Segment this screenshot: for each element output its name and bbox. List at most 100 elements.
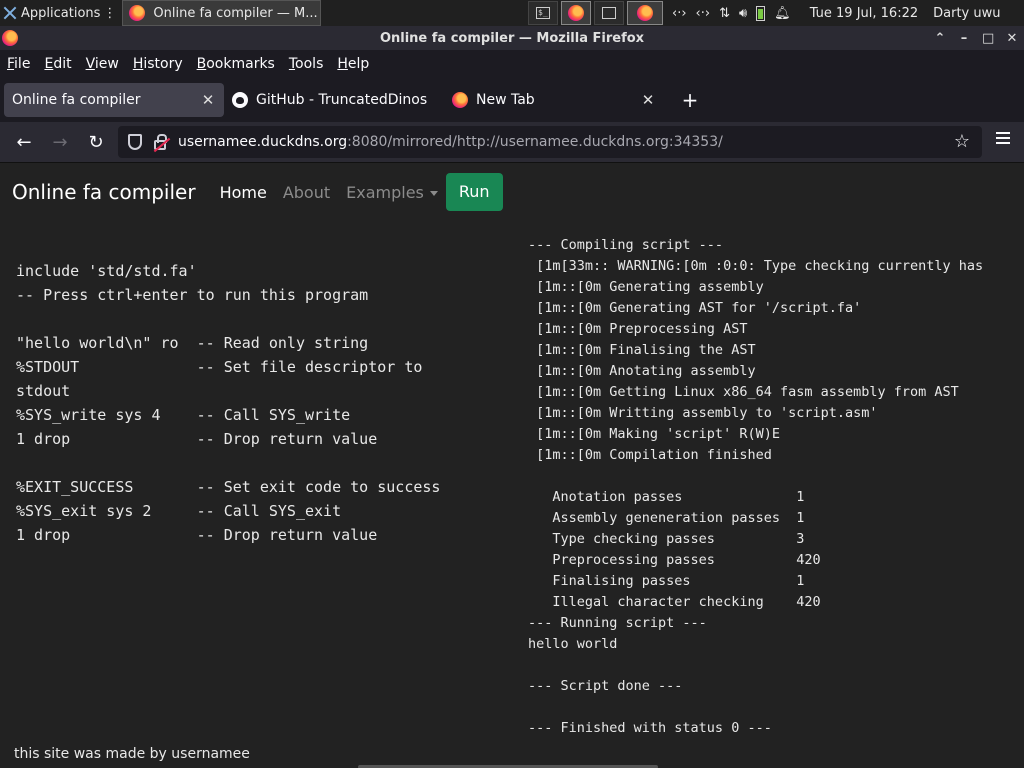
output-line: Type checking passes 3 xyxy=(528,531,805,547)
output-line: Anotation passes 1 xyxy=(528,489,805,505)
window-controls: ⌃ – □ ✕ xyxy=(934,26,1018,50)
tab-new-tab[interactable]: New Tab ✕ xyxy=(444,83,664,117)
app-menu-icon[interactable] xyxy=(996,132,1010,144)
code-line[interactable] xyxy=(16,307,506,331)
taskbar-firefox-window[interactable]: Online fa compiler — M... xyxy=(122,0,322,26)
window-title: Online fa compiler — Mozilla Firefox xyxy=(379,30,645,46)
tab-label: GitHub - TruncatedDinos xyxy=(256,92,428,108)
site-brand[interactable]: Online fa compiler xyxy=(12,180,196,204)
code-line[interactable]: %EXIT_SUCCESS -- Set exit code to succes… xyxy=(16,475,506,499)
output-line: --- Finished with status 0 --- xyxy=(528,720,772,736)
firefox-icon xyxy=(452,92,468,108)
close-tab-icon[interactable]: ✕ xyxy=(200,91,216,109)
insecure-lock-icon[interactable] xyxy=(154,133,167,150)
web-page: Online fa compiler Home About Examples R… xyxy=(0,162,1024,768)
url-bar[interactable]: usernamee.duckdns.org:8080/mirrored/http… xyxy=(118,126,982,158)
notifications-icon[interactable]: 🔔︎ xyxy=(774,6,791,21)
shade-button[interactable]: ⌃ xyxy=(934,31,946,46)
output-line: [1m::[0m Anotating assembly xyxy=(528,363,756,379)
minimize-button[interactable]: – xyxy=(958,31,970,46)
menu-view[interactable]: View xyxy=(86,56,119,72)
code-line[interactable] xyxy=(16,451,506,475)
terminal-icon: $_ xyxy=(536,7,550,19)
menu-history[interactable]: History xyxy=(133,56,183,72)
run-button[interactable]: Run xyxy=(445,173,503,211)
battery-icon[interactable] xyxy=(756,5,766,21)
window-icon xyxy=(602,7,616,19)
output-line: Assembly geneneration passes 1 xyxy=(528,510,805,526)
network-icon[interactable]: ‹·› xyxy=(696,6,711,21)
xfce-logo-icon xyxy=(2,5,18,21)
close-tab-icon[interactable]: ✕ xyxy=(640,91,656,109)
back-button[interactable]: ← xyxy=(6,132,42,153)
tab-label: Online fa compiler xyxy=(12,92,141,108)
menu-tools[interactable]: Tools xyxy=(289,56,324,72)
workspace-firefox[interactable] xyxy=(561,1,591,25)
caret-down-icon xyxy=(429,190,438,196)
output-line: [1m::[0m Generating assembly xyxy=(528,279,764,295)
output-line: --- Running script --- xyxy=(528,615,707,631)
workspace-switcher: $_ xyxy=(528,0,663,26)
nav-examples-dropdown[interactable]: Examples xyxy=(346,183,438,202)
menu-bookmarks[interactable]: Bookmarks xyxy=(197,56,275,72)
output-line: --- Compiling script --- xyxy=(528,237,724,253)
code-line[interactable]: include 'std/std.fa' xyxy=(16,259,506,283)
output-line: [1m::[0m Generating AST for '/script.fa' xyxy=(528,300,862,316)
menu-help[interactable]: Help xyxy=(337,56,369,72)
window-titlebar: Online fa compiler — Mozilla Firefox ⌃ –… xyxy=(0,26,1024,50)
url-path: :8080/mirrored/http://usernamee.duckdns.… xyxy=(347,134,723,150)
tab-github[interactable]: GitHub - TruncatedDinos xyxy=(224,83,444,117)
output-line: [1m::[0m Making 'script' R(W)E xyxy=(528,426,780,442)
output-line: [1m::[0m Preprocessing AST xyxy=(528,321,748,337)
workspace-window[interactable] xyxy=(594,1,624,25)
forward-button[interactable]: → xyxy=(42,132,78,153)
tab-strip: Online fa compiler ✕ GitHub - TruncatedD… xyxy=(0,78,1024,122)
output-line: Illegal character checking 420 xyxy=(528,594,821,610)
clock[interactable]: Tue 19 Jul, 16:22 xyxy=(810,6,918,21)
workspace-firefox-2[interactable] xyxy=(627,1,663,25)
bookmark-star-icon[interactable]: ☆ xyxy=(954,131,970,152)
reload-button[interactable]: ↻ xyxy=(78,132,114,153)
applications-menu[interactable]: Applications ⋮ xyxy=(0,0,120,26)
transfer-icon[interactable]: ⇅ xyxy=(719,6,730,21)
code-line[interactable]: 1 drop -- Drop return value xyxy=(16,523,506,547)
nav-home[interactable]: Home xyxy=(220,183,267,202)
code-line[interactable]: %SYS_write sys 4 -- Call SYS_write xyxy=(16,403,506,427)
menu-file[interactable]: File xyxy=(7,56,30,72)
menubar: File Edit View History Bookmarks Tools H… xyxy=(0,50,1024,78)
nav-examples-label: Examples xyxy=(346,182,424,202)
output-line: Preprocessing passes 420 xyxy=(528,552,821,568)
site-footer: this site was made by usernamee xyxy=(14,746,250,762)
network-icon[interactable]: ‹·› xyxy=(672,6,687,21)
os-panel: Applications ⋮ Online fa compiler — M...… xyxy=(0,0,1024,26)
close-button[interactable]: ✕ xyxy=(1006,31,1018,46)
code-line[interactable]: 1 drop -- Drop return value xyxy=(16,427,506,451)
code-editor[interactable]: include 'std/std.fa' -- Press ctrl+enter … xyxy=(16,259,506,547)
output-line: [1m[33m:: WARNING:[0m :0:0: Type checkin… xyxy=(528,258,984,274)
firefox-icon xyxy=(637,5,653,21)
code-line[interactable]: %SYS_exit sys 2 -- Call SYS_exit xyxy=(16,499,506,523)
taskbar-task-label: Online fa compiler — M... xyxy=(153,5,318,21)
code-line[interactable]: stdout xyxy=(16,379,506,403)
code-line[interactable]: %STDOUT -- Set file descriptor to xyxy=(16,355,506,379)
output-line: [1m::[0m Getting Linux x86_64 fasm assem… xyxy=(528,384,959,400)
firefox-icon xyxy=(2,30,18,46)
tracking-protection-icon[interactable] xyxy=(128,134,142,150)
maximize-button[interactable]: □ xyxy=(982,31,994,46)
compiler-output: --- Compiling script --- [1m[33m:: WARNI… xyxy=(528,235,1024,739)
workspace-terminal[interactable]: $_ xyxy=(528,1,558,25)
firefox-icon xyxy=(568,5,584,21)
user-menu[interactable]: Darty uwu xyxy=(933,6,1000,21)
tab-label: New Tab xyxy=(476,92,535,108)
output-line: --- Script done --- xyxy=(528,678,683,694)
code-line[interactable]: -- Press ctrl+enter to run this program xyxy=(16,283,506,307)
tab-online-fa-compiler[interactable]: Online fa compiler ✕ xyxy=(4,83,224,117)
nav-about[interactable]: About xyxy=(283,183,330,202)
code-line[interactable]: "hello world\n" ro -- Read only string xyxy=(16,331,506,355)
menu-edit[interactable]: Edit xyxy=(44,56,71,72)
url-host: usernamee.duckdns.org xyxy=(178,134,348,150)
new-tab-button[interactable]: + xyxy=(680,88,700,112)
volume-icon[interactable]: 🔊︎ xyxy=(739,6,747,21)
